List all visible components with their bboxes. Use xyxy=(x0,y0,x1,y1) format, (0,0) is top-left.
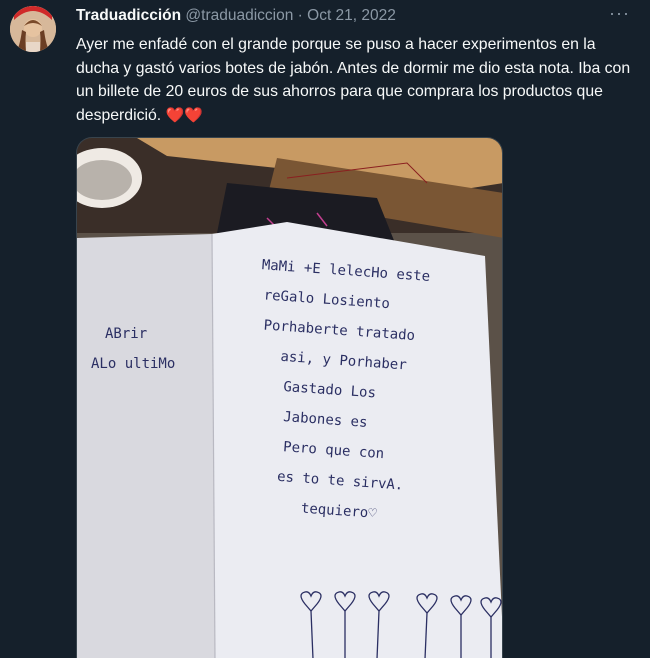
note-left-line-2: ALo ultiMo xyxy=(91,356,175,372)
tweet-body: Ayer me enfadé con el grande porque se p… xyxy=(76,36,631,124)
note-photo: ABrir ALo ultiMo MaMi +E lelecHo este re… xyxy=(77,138,502,658)
tweet-date[interactable]: Oct 21, 2022 xyxy=(307,7,396,24)
more-options-icon[interactable]: ··· xyxy=(609,3,630,24)
heart-emoji-icon: ❤️❤️ xyxy=(165,106,203,124)
note-left-line-1: ABrir xyxy=(105,326,147,342)
tweet-text: Ayer me enfadé con el grande porque se p… xyxy=(76,33,636,127)
separator: · xyxy=(297,7,303,24)
avatar[interactable] xyxy=(10,6,56,52)
author-handle[interactable]: @traduadiccion xyxy=(185,7,293,24)
tweet-header: Traduadicción @traduadiccion · Oct 21, 2… xyxy=(76,3,630,29)
tweet-photo[interactable]: ABrir ALo ultiMo MaMi +E lelecHo este re… xyxy=(76,137,503,658)
author-name[interactable]: Traduadicción xyxy=(76,7,181,24)
